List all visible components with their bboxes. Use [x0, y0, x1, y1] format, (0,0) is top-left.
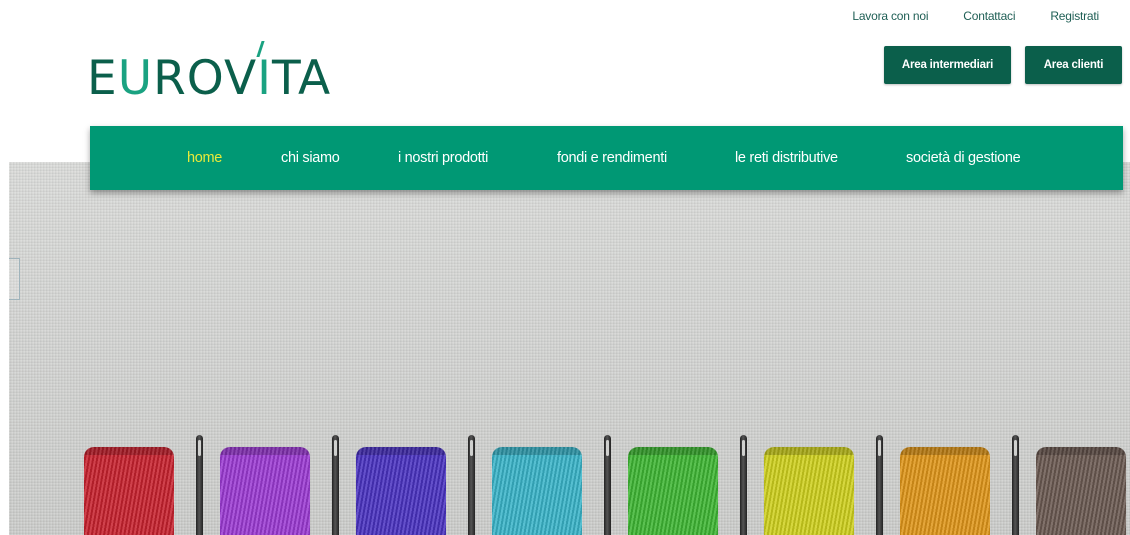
- nav-item-chi-siamo[interactable]: chi siamo: [281, 126, 340, 190]
- thread-spool: [84, 447, 174, 535]
- area-buttons: Area intermediari Area clienti: [884, 46, 1122, 84]
- needle: [1012, 435, 1019, 535]
- top-utility-links: Lavora con noi Contattaci Registrati: [852, 9, 1099, 23]
- nav-item-le-reti-distributive[interactable]: le reti distributive: [735, 126, 838, 190]
- needle: [740, 435, 747, 535]
- needle: [196, 435, 203, 535]
- needle: [332, 435, 339, 535]
- hero-banner: [9, 162, 1130, 535]
- needle: [876, 435, 883, 535]
- thread-spool: [356, 447, 446, 535]
- thread-spool: [628, 447, 718, 535]
- link-contattaci[interactable]: Contattaci: [963, 9, 1015, 23]
- thread-spool: [492, 447, 582, 535]
- area-intermediari-button[interactable]: Area intermediari: [884, 46, 1011, 84]
- link-registrati[interactable]: Registrati: [1050, 9, 1099, 23]
- page: EUROVITA Lavora con noi Contattaci Regis…: [0, 0, 1130, 535]
- nav-item-societa-di-gestione[interactable]: società di gestione: [906, 126, 1021, 190]
- nav-item-i-nostri-prodotti[interactable]: i nostri prodotti: [398, 126, 488, 190]
- thread-spool: [1036, 447, 1126, 535]
- needle: [468, 435, 475, 535]
- main-nav: home chi siamo i nostri prodotti fondi e…: [90, 126, 1123, 190]
- nav-item-home[interactable]: home: [187, 126, 222, 190]
- eurovita-logo[interactable]: EUROVITA: [87, 38, 331, 102]
- link-lavora-con-noi[interactable]: Lavora con noi: [852, 9, 928, 23]
- thread-spool: [764, 447, 854, 535]
- nav-item-fondi-e-rendimenti[interactable]: fondi e rendimenti: [557, 126, 667, 190]
- thread-spool: [900, 447, 990, 535]
- thread-spool: [220, 447, 310, 535]
- area-clienti-button[interactable]: Area clienti: [1025, 46, 1122, 84]
- logo-wordmark: EUROVITA: [87, 41, 331, 102]
- slider-prev-handle[interactable]: [9, 258, 20, 300]
- needle: [604, 435, 611, 535]
